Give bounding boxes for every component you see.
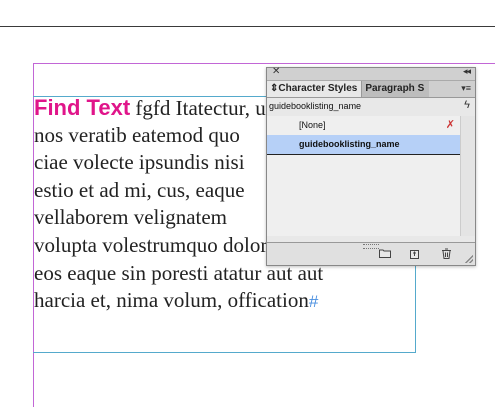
style-item-label: [None] [299,120,326,130]
page-top-rule [0,26,495,27]
panel-scrollbar[interactable] [460,116,475,236]
clear-override-icon[interactable]: ✗ [446,116,455,135]
trash-icon[interactable] [441,248,452,262]
find-text-highlight: Find Text [34,95,131,120]
text-line: harcia et, nima volum, offication# [34,287,418,315]
text-line-content: harcia et, nima volum, offication [34,288,309,313]
style-item-none[interactable]: [None] ✗ [267,116,461,135]
panel-tabs: ⇕Character Styles Paragraph S ▾≡ [267,81,475,98]
resize-grip[interactable] [465,255,473,263]
new-style-icon[interactable] [410,248,421,262]
style-list: [None] ✗ guidebooklisting_name [267,116,462,236]
current-style-row: guidebooklisting_name ϟ [267,98,475,117]
tab-label: Character Styles [278,83,358,94]
current-style-label: guidebooklisting_name [269,101,362,111]
end-of-story-mark: # [308,292,319,312]
close-icon[interactable]: ✕ [272,66,280,77]
margin-guide-top [33,63,495,64]
tab-character-styles[interactable]: ⇕Character Styles [267,81,363,97]
character-styles-panel[interactable]: ✕ ◂◂ ⇕Character Styles Paragraph S ▾≡ gu… [266,66,476,266]
lightning-icon[interactable]: ϟ [464,99,470,111]
new-style-group-icon[interactable] [379,248,391,261]
panel-titlebar[interactable]: ✕ ◂◂ [267,66,475,81]
text-line-rest: fgfd Itatectur, ut [130,96,272,120]
panel-menu-icon[interactable]: ▾≡ [461,83,471,94]
collapse-icon[interactable]: ◂◂ [463,66,471,77]
style-item-guidebooklisting-name[interactable]: guidebooklisting_name [267,135,461,155]
panel-footer [267,242,475,265]
tab-label: Paragraph S [365,83,425,94]
tab-paragraph-styles[interactable]: Paragraph S [362,81,430,97]
panel-grip[interactable] [363,244,379,249]
style-item-label: guidebooklisting_name [299,139,400,149]
